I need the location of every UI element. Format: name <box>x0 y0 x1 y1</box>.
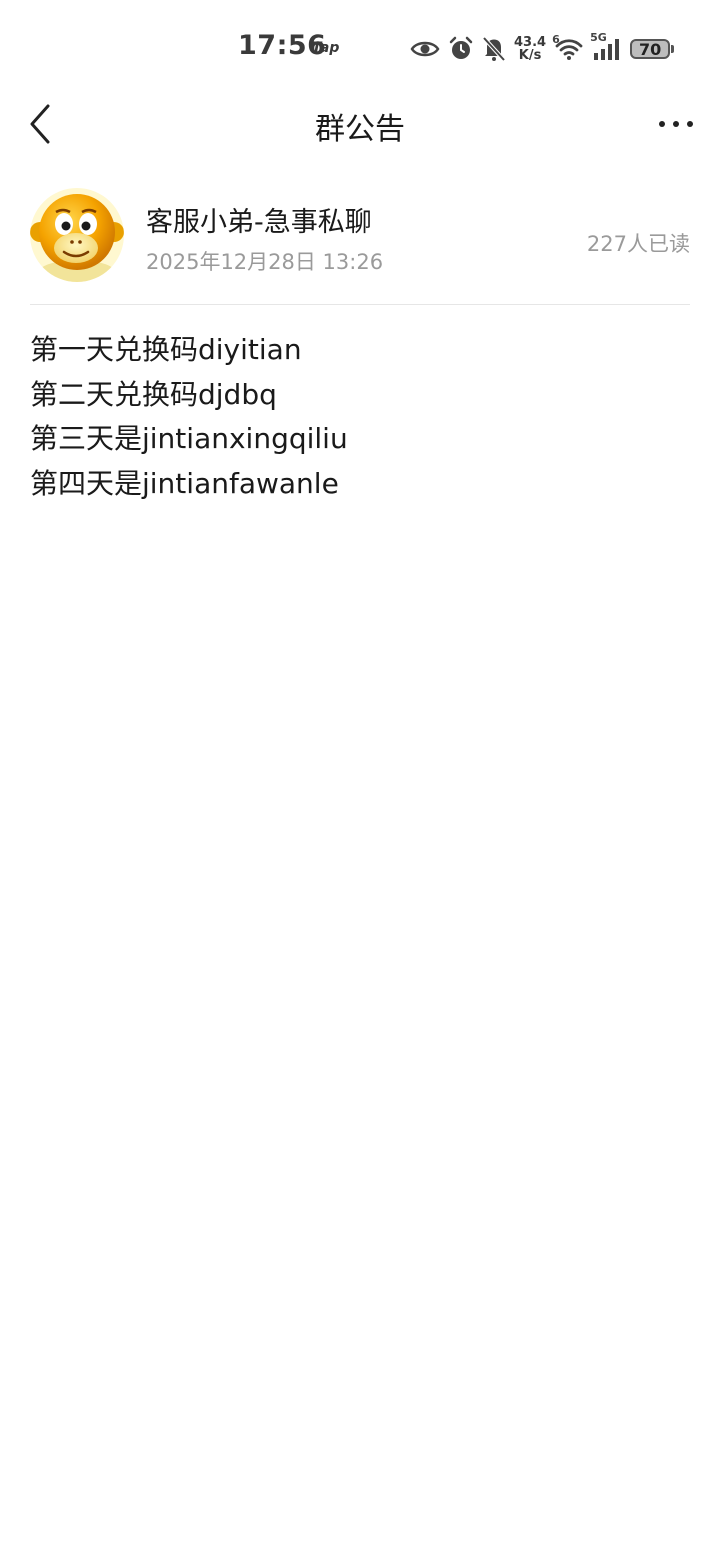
status-bar: 17:56 Tap 43.4 K/s 6 5G 70 <box>0 0 720 96</box>
announcement-line: 第四天是jintianfawanle <box>30 466 339 500</box>
signal-icon: 5G <box>590 31 622 61</box>
battery-body: 70 <box>630 39 671 59</box>
tap-indicator: Tap <box>312 40 340 56</box>
bell-muted-icon <box>482 36 506 62</box>
post-timestamp: 2025年12月28日 13:26 <box>146 250 384 274</box>
cell-tag: 5G <box>590 31 607 44</box>
author-row: 客服小弟-急事私聊 2025年12月28日 13:26 227人已读 <box>30 188 690 304</box>
author-name[interactable]: 客服小弟-急事私聊 <box>146 200 372 239</box>
announcement-content: 第一天兑换码diyitian 第二天兑换码djdbq 第三天是jintianxi… <box>30 328 690 506</box>
page-title: 群公告 <box>315 112 405 147</box>
alarm-icon <box>448 36 474 62</box>
battery-cap <box>671 45 675 53</box>
read-count[interactable]: 227人已读 <box>587 228 690 258</box>
nav-bar: 群公告 <box>0 96 720 152</box>
status-icons: 43.4 K/s 6 5G 70 <box>410 31 675 66</box>
battery-icon: 70 <box>630 39 675 59</box>
net-speed-indicator: 43.4 K/s <box>514 36 546 62</box>
monkey-avatar-icon <box>30 188 124 282</box>
more-horizontal-icon <box>659 121 693 127</box>
divider <box>30 304 690 305</box>
net-speed-unit: K/s <box>518 48 542 63</box>
more-button[interactable] <box>656 106 696 142</box>
announcement-line: 第一天兑换码diyitian <box>30 333 302 366</box>
eye-icon <box>410 38 440 60</box>
announcement-line: 第二天兑换码djdbq <box>30 377 277 411</box>
wifi-icon: 6 <box>552 33 584 61</box>
battery-level: 70 <box>638 39 662 59</box>
avatar[interactable] <box>30 188 124 282</box>
wifi-tag: 6 <box>552 33 560 46</box>
announcement-line: 第三天是jintianxingqiliu <box>30 422 348 455</box>
